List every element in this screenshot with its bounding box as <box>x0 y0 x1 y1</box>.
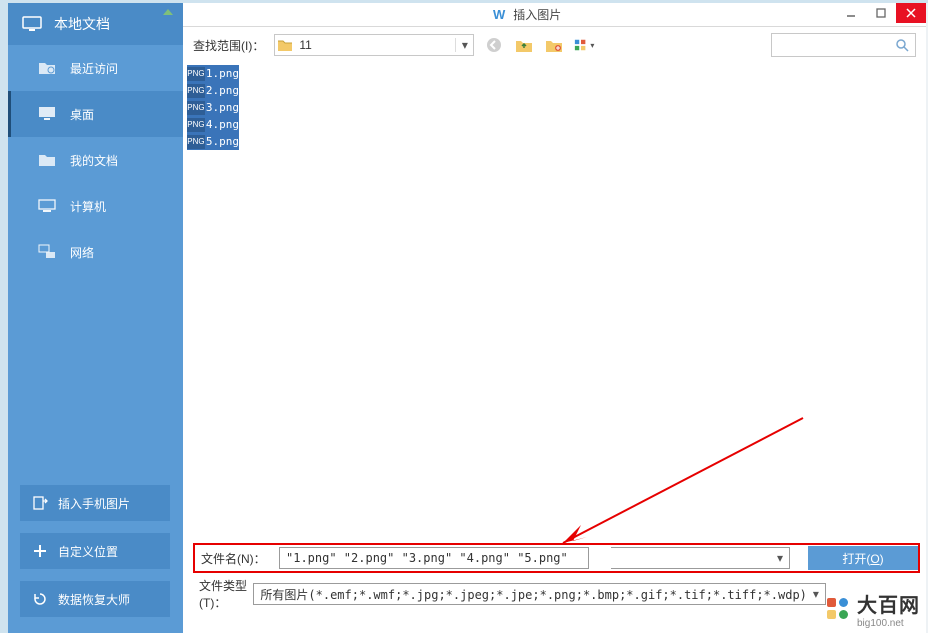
search-box[interactable] <box>771 33 916 57</box>
close-button[interactable] <box>896 3 926 23</box>
sidebar-item-label: 网络 <box>70 244 94 261</box>
file-item[interactable]: PNG2.png <box>187 82 239 99</box>
export-icon <box>32 495 48 511</box>
maximize-button[interactable] <box>866 3 896 23</box>
filename-combo[interactable]: "1.png" "2.png" "3.png" "4.png" "5.png" <box>279 547 589 569</box>
plus-icon <box>32 543 48 559</box>
view-mode-button[interactable]: ▾ <box>574 35 594 55</box>
close-icon <box>906 8 916 18</box>
directory-value: 11 <box>295 38 455 52</box>
insert-phone-image-button[interactable]: 插入手机图片 <box>20 485 170 521</box>
footer-btn-label: 插入手机图片 <box>58 495 130 512</box>
file-name: 5.png <box>206 135 239 148</box>
open-button-label: 打开(O) <box>842 550 883 567</box>
filename-label: 文件名(N)： <box>199 550 279 567</box>
file-item[interactable]: PNG5.png <box>187 133 239 150</box>
data-recovery-button[interactable]: 数据恢复大师 <box>20 581 170 617</box>
filetype-combo[interactable]: 所有图片(*.emf;*.wmf;*.jpg;*.jpeg;*.jpe;*.pn… <box>253 583 826 605</box>
file-name: 4.png <box>206 118 239 131</box>
sidebar-title: 本地文档 <box>54 14 110 34</box>
png-badge-icon: PNG <box>187 118 205 132</box>
sidebar: 本地文档 最近访问 桌面 我的文档 计算机 网络 插入手机图片 自定义位置 数据… <box>8 3 183 633</box>
toolbar: 查找范围(I)： 11 ▾ ▾ <box>183 27 926 63</box>
folder-icon <box>38 152 56 168</box>
sidebar-item-desktop[interactable]: 桌面 <box>8 91 183 137</box>
chevron-down-icon: ▾ <box>590 41 594 50</box>
titlebar: W 插入图片 <box>183 3 926 27</box>
sidebar-item-label: 最近访问 <box>70 60 118 77</box>
footer-btn-label: 数据恢复大师 <box>58 591 130 608</box>
computer-icon <box>38 198 56 214</box>
file-list-pane[interactable]: PNG1.png PNG2.png PNG3.png PNG4.png PNG5… <box>185 63 922 535</box>
custom-location-button[interactable]: 自定义位置 <box>20 533 170 569</box>
directory-select[interactable]: 11 ▾ <box>274 34 474 56</box>
sidebar-item-label: 计算机 <box>70 198 106 215</box>
png-badge-icon: PNG <box>187 101 205 115</box>
brand-logo-icon <box>825 596 851 622</box>
minimize-button[interactable] <box>836 3 866 23</box>
wps-logo-icon: W <box>493 7 505 22</box>
open-button[interactable]: 打开(O) <box>808 546 918 570</box>
lookup-range-label: 查找范围(I)： <box>193 37 264 54</box>
sidebar-item-documents[interactable]: 我的文档 <box>8 137 183 183</box>
desktop-icon <box>38 106 56 122</box>
chevron-down-icon[interactable]: ▾ <box>771 551 789 565</box>
restore-icon <box>32 591 48 607</box>
back-arrow-icon <box>486 37 502 53</box>
grid-view-icon <box>574 38 588 52</box>
filename-value: "1.png" "2.png" "3.png" "4.png" "5.png" <box>280 551 588 565</box>
minimize-icon <box>846 8 856 18</box>
collapse-arrow-icon[interactable] <box>163 9 173 15</box>
sidebar-item-computer[interactable]: 计算机 <box>8 183 183 229</box>
window-title: 插入图片 <box>513 6 561 23</box>
filetype-value: 所有图片(*.emf;*.wmf;*.jpg;*.jpeg;*.jpe;*.pn… <box>254 586 807 603</box>
sidebar-header: 本地文档 <box>8 3 183 45</box>
file-item[interactable]: PNG3.png <box>187 99 239 116</box>
png-badge-icon: PNG <box>187 135 205 149</box>
search-icon[interactable] <box>895 38 909 52</box>
chevron-down-icon[interactable]: ▾ <box>807 587 825 601</box>
dialog-main: W 插入图片 查找范围(I)： 11 ▾ <box>183 3 926 633</box>
new-folder-button[interactable] <box>544 35 564 55</box>
png-badge-icon: PNG <box>187 84 205 98</box>
watermark: 大百网 big100.net <box>825 589 920 629</box>
bottom-form: 文件名(N)： "1.png" "2.png" "3.png" "4.png" … <box>193 539 920 625</box>
folder-new-icon <box>546 38 562 52</box>
folder-clock-icon <box>38 60 56 76</box>
file-name: 3.png <box>206 101 239 114</box>
footer-btn-label: 自定义位置 <box>58 543 118 560</box>
sidebar-item-label: 桌面 <box>70 106 94 123</box>
filetype-label: 文件类型(T)： <box>193 577 253 611</box>
network-icon <box>38 244 56 260</box>
watermark-url: big100.net <box>857 618 920 629</box>
sidebar-item-network[interactable]: 网络 <box>8 229 183 275</box>
file-item[interactable]: PNG4.png <box>187 116 239 133</box>
filename-combo-ext[interactable]: ▾ <box>611 547 790 569</box>
folder-up-icon <box>516 38 532 52</box>
file-item[interactable]: PNG1.png <box>187 65 239 82</box>
png-badge-icon: PNG <box>187 67 205 81</box>
sidebar-item-label: 我的文档 <box>70 152 118 169</box>
file-name: 2.png <box>206 84 239 97</box>
up-folder-button[interactable] <box>514 35 534 55</box>
chevron-down-icon[interactable]: ▾ <box>455 38 473 52</box>
watermark-brand: 大百网 <box>857 589 920 618</box>
file-thumb-group: PNG1.png PNG2.png PNG3.png PNG4.png PNG5… <box>187 65 239 150</box>
monitor-icon <box>22 16 42 32</box>
filetype-row: 文件类型(T)： 所有图片(*.emf;*.wmf;*.jpg;*.jpeg;*… <box>193 579 920 609</box>
back-button[interactable] <box>484 35 504 55</box>
search-input[interactable] <box>778 38 895 52</box>
folder-icon <box>275 39 295 51</box>
sidebar-item-recent[interactable]: 最近访问 <box>8 45 183 91</box>
maximize-icon <box>876 8 886 18</box>
file-name: 1.png <box>206 67 239 80</box>
